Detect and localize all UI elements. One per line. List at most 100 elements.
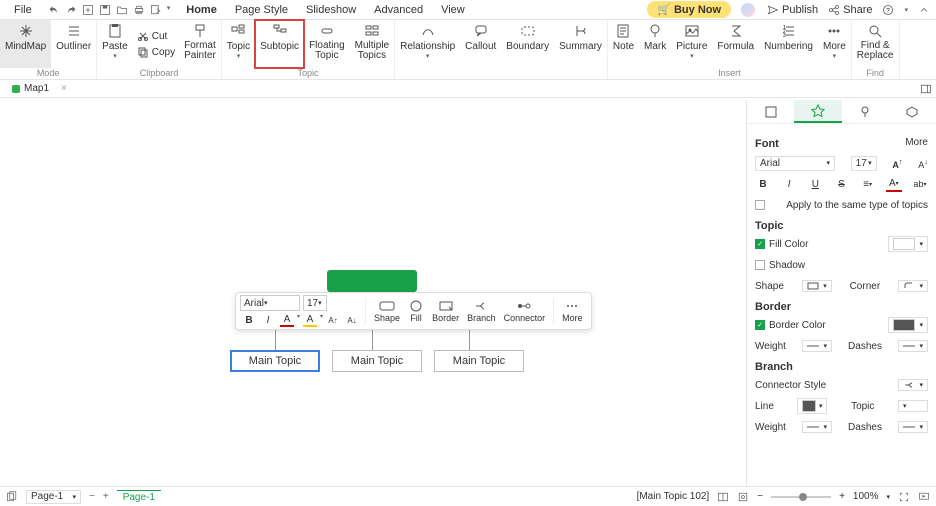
strikethrough-button[interactable]: S (833, 176, 849, 192)
mark-button[interactable]: Mark (639, 20, 671, 68)
numbering-button[interactable]: 123Numbering (759, 20, 818, 68)
redo-icon[interactable] (65, 4, 77, 16)
border-dashes-select[interactable]: ▾ (898, 340, 928, 352)
page-remove-button[interactable]: − (89, 491, 95, 502)
float-more-button[interactable]: More (562, 300, 583, 323)
outliner-mode-button[interactable]: Outliner (51, 20, 96, 68)
case-button[interactable]: ab▾ (912, 176, 928, 192)
note-button[interactable]: Note (608, 20, 639, 68)
float-shape-button[interactable]: Shape (374, 300, 400, 323)
float-font-select[interactable]: Arial▾ (240, 295, 300, 311)
chevron-down-icon[interactable]: ▾ (297, 313, 300, 327)
float-border-button[interactable]: Border (432, 300, 459, 323)
fit-icon[interactable] (737, 491, 749, 503)
layout-icon[interactable] (717, 491, 729, 503)
page-add-button[interactable]: + (103, 491, 109, 502)
callout-button[interactable]: Callout (460, 20, 501, 78)
menu-view[interactable]: View (433, 2, 473, 18)
fill-color-checkbox[interactable]: ✓ (755, 239, 765, 249)
main-topic-2[interactable]: Main Topic (332, 350, 422, 372)
connector-style-select[interactable]: ▾ (898, 379, 928, 391)
shadow-checkbox[interactable] (755, 260, 765, 270)
branch-dashes-select[interactable]: ▾ (898, 421, 928, 433)
floating-topic-button[interactable]: Floating Topic (304, 20, 350, 68)
main-topic-3[interactable]: Main Topic (434, 350, 524, 372)
side-tab-style[interactable] (794, 100, 841, 123)
italic-button[interactable]: I (781, 176, 797, 192)
font-increase-button[interactable]: A↑ (892, 157, 902, 170)
menu-advanced[interactable]: Advanced (366, 2, 431, 18)
float-highlight-button[interactable]: A (303, 313, 317, 327)
multiple-topics-button[interactable]: Multiple Topics (350, 20, 394, 68)
menu-slideshow[interactable]: Slideshow (298, 2, 364, 18)
help-dropdown-icon[interactable]: ▾ (904, 6, 908, 14)
side-tab-outline[interactable] (747, 100, 794, 123)
format-painter-button[interactable]: Format Painter (179, 20, 221, 68)
picture-button[interactable]: Picture▾ (671, 20, 712, 68)
paste-button[interactable]: Paste▾ (97, 20, 133, 68)
new-page-icon[interactable] (82, 4, 94, 16)
float-bold-button[interactable]: B (242, 313, 256, 327)
branch-line-color[interactable]: ▾ (797, 398, 827, 414)
find-replace-button[interactable]: Find & Replace (852, 20, 899, 68)
more-button[interactable]: More▾ (818, 20, 851, 68)
side-tab-icon[interactable] (889, 100, 936, 123)
publish-button[interactable]: Publish (767, 4, 818, 16)
export-icon[interactable] (150, 4, 162, 16)
font-size-select[interactable]: 17▾ (851, 156, 877, 171)
float-branch-button[interactable]: Branch (467, 300, 496, 323)
avatar[interactable] (741, 3, 755, 17)
shape-select[interactable]: ▾ (802, 280, 832, 292)
font-more-link[interactable]: More (905, 137, 928, 148)
menu-page-style[interactable]: Page Style (227, 2, 296, 18)
help-icon[interactable]: ? (882, 4, 894, 16)
fullscreen-icon[interactable] (898, 491, 910, 503)
present-icon[interactable] (918, 491, 930, 503)
bold-button[interactable]: B (755, 176, 771, 192)
font-color-button[interactable]: A▾ (886, 176, 902, 192)
float-size-select[interactable]: 17▾ (303, 295, 327, 311)
mindmap-mode-button[interactable]: MindMap (0, 20, 51, 68)
main-topic-1[interactable]: Main Topic (230, 350, 320, 372)
close-tab-icon[interactable]: × (61, 83, 67, 94)
zoom-value[interactable]: 100% (853, 491, 879, 502)
float-fill-button[interactable]: Fill (408, 300, 424, 323)
font-decrease-button[interactable]: A↓ (918, 157, 928, 170)
border-color-select[interactable]: ▾ (888, 317, 928, 333)
cut-button[interactable]: Cut (133, 28, 179, 44)
file-menu[interactable]: File (6, 2, 40, 18)
float-connector-button[interactable]: Connector (504, 300, 546, 323)
chevron-down-icon[interactable]: ▾ (320, 313, 323, 327)
float-font-color-button[interactable]: A (280, 313, 294, 327)
chevron-down-icon[interactable]: ▾ (886, 493, 890, 501)
qat-dropdown-icon[interactable]: ▾ (167, 4, 171, 16)
float-increase-font-button[interactable]: A↑ (326, 313, 340, 327)
buy-now-button[interactable]: 🛒Buy Now (647, 1, 731, 18)
zoom-slider[interactable] (771, 496, 831, 498)
save-icon[interactable] (99, 4, 111, 16)
panel-toggle-icon[interactable] (920, 83, 932, 95)
pages-icon[interactable] (6, 491, 18, 503)
align-button[interactable]: ≡▾ (860, 176, 876, 192)
summary-button[interactable]: Summary (554, 20, 607, 78)
document-tab[interactable]: Map1× (4, 82, 75, 95)
underline-button[interactable]: U (807, 176, 823, 192)
open-icon[interactable] (116, 4, 128, 16)
undo-icon[interactable] (48, 4, 60, 16)
border-color-checkbox[interactable]: ✓ (755, 320, 765, 330)
print-icon[interactable] (133, 4, 145, 16)
collapse-ribbon-icon[interactable] (918, 4, 930, 16)
apply-same-type-checkbox[interactable] (755, 200, 765, 210)
border-weight-select[interactable]: ▾ (802, 340, 832, 352)
zoom-in-button[interactable]: + (839, 491, 845, 502)
corner-select[interactable]: ▾ (898, 280, 928, 292)
float-decrease-font-button[interactable]: A↓ (345, 313, 359, 327)
subtopic-button[interactable]: Subtopic (255, 20, 304, 68)
side-tab-theme[interactable] (842, 100, 889, 123)
page-select[interactable]: Page-1▾ (26, 490, 81, 504)
central-topic[interactable] (327, 270, 417, 292)
share-button[interactable]: Share (828, 4, 872, 16)
zoom-out-button[interactable]: − (757, 491, 763, 502)
copy-button[interactable]: Copy (133, 44, 179, 60)
branch-weight-select[interactable]: ▾ (802, 421, 832, 433)
